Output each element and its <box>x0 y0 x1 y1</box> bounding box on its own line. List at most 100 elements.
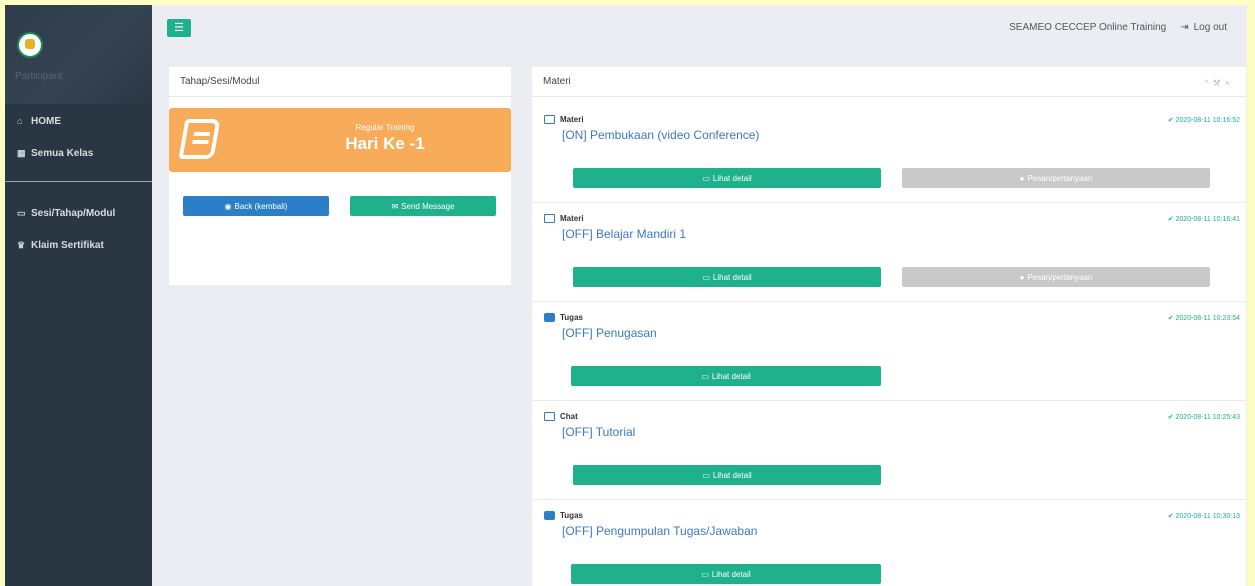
user-role: Participant <box>15 71 63 82</box>
lihat-detail-label: Lihat detail <box>711 371 751 381</box>
item-title-link[interactable]: [OFF] Belajar Mandiri 1 <box>562 227 686 241</box>
send-message-label: Send Message <box>401 201 455 211</box>
monitor-icon: ▭ <box>701 371 709 381</box>
lihat-detail-button[interactable]: ▭ Lihat detail <box>571 366 881 386</box>
edit-icon <box>544 511 555 520</box>
module-panel: Tahap/Sesi/Modul Regular Training Hari K… <box>169 67 511 285</box>
item-type-label: Materi <box>560 115 584 124</box>
sidebar-divider <box>5 181 152 182</box>
org-name: SEAMEO CECCEP Online Training <box>1009 22 1167 33</box>
lihat-detail-label: Lihat detail <box>712 173 752 183</box>
sidebar-item-semua-kelas[interactable]: ▦ Semua Kelas <box>5 137 152 169</box>
item-type-label: Chat <box>560 412 578 421</box>
item-timestamp: ✔ 2020-08-11 10:16:41 <box>1167 216 1240 223</box>
monitor-icon: ▭ <box>702 470 710 480</box>
item-title-link[interactable]: [OFF] Penugasan <box>562 326 657 340</box>
materi-panel-title: Materi <box>532 67 1246 97</box>
module-panel-title: Tahap/Sesi/Modul <box>169 67 511 97</box>
pesan-pertanyaan-button[interactable]: ● Pesan/pertanyaan <box>902 267 1210 287</box>
sidebar-brand: Participant <box>5 5 152 104</box>
hamburger-icon: ☰ <box>174 22 184 34</box>
comment-icon: ● <box>1019 272 1025 282</box>
item-timestamp: ✔ 2020-08-11 10:23:54 <box>1167 315 1240 322</box>
list-item: Materi [ON] Pembukaan (video Conference)… <box>532 104 1246 203</box>
hero-subtitle: Regular Training <box>355 123 415 132</box>
sidebar-item-sesi[interactable]: ▭ Sesi/Tahap/Modul <box>5 197 152 229</box>
calendar-icon: ▦ <box>17 147 26 158</box>
module-actions: ◉ Back (kembali) ✉ Send Message <box>183 196 497 216</box>
item-title-link[interactable]: [OFF] Pengumpulan Tugas/Jawaban <box>562 524 757 538</box>
wrench-icon[interactable]: ⚒ <box>1213 78 1225 88</box>
pesan-pertanyaan-button[interactable]: ● Pesan/pertanyaan <box>902 168 1210 188</box>
item-title-link[interactable]: [OFF] Tutorial <box>562 425 635 439</box>
list-item: Tugas [OFF] Pengumpulan Tugas/Jawaban ✔ … <box>532 500 1246 586</box>
sidebar-item-label: Semua Kelas <box>31 147 94 159</box>
item-type: Chat <box>544 412 578 421</box>
monitor-icon <box>544 214 555 223</box>
lihat-detail-button[interactable]: ▭ Lihat detail <box>573 168 881 188</box>
item-type: Tugas <box>544 511 583 520</box>
lihat-detail-button[interactable]: ▭ Lihat detail <box>573 267 881 287</box>
item-timestamp-value: 2020-08-11 10:25:43 <box>1175 414 1240 421</box>
sidebar-item-label: HOME <box>31 115 61 127</box>
item-timestamp-value: 2020-08-11 10:30:13 <box>1175 513 1240 520</box>
list-item: Chat [OFF] Tutorial ✔ 2020-08-11 10:25:4… <box>532 401 1246 500</box>
top-bar: ☰ SEAMEO CECCEP Online Training ⇥ Log ou… <box>152 5 1247 51</box>
logout-label: Log out <box>1193 22 1227 33</box>
send-message-button[interactable]: ✉ Send Message <box>350 196 496 216</box>
sidebar-item-label: Klaim Sertifikat <box>31 239 104 251</box>
folder-icon: ▭ <box>17 207 26 218</box>
materi-panel: Materi ^⚒× Materi [ON] Pembukaan (video … <box>532 67 1246 586</box>
item-type-label: Tugas <box>560 511 583 520</box>
collapse-icon[interactable]: ^ <box>1204 78 1212 88</box>
back-button[interactable]: ◉ Back (kembali) <box>183 196 329 216</box>
item-type: Materi <box>544 214 584 223</box>
sidebar-item-home[interactable]: ⌂ HOME <box>5 105 152 137</box>
item-timestamp: ✔ 2020-08-11 10:25:43 <box>1167 414 1240 421</box>
back-circle-icon: ◉ <box>224 201 232 211</box>
logout-link[interactable]: ⇥ Log out <box>1180 22 1227 33</box>
lihat-detail-button[interactable]: ▭ Lihat detail <box>571 564 881 584</box>
envelope-icon: ✉ <box>391 201 399 211</box>
sidebar: Participant ⌂ HOME ▦ Semua Kelas ▭ Sesi/… <box>5 5 152 586</box>
menu-toggle-button[interactable]: ☰ <box>167 19 191 37</box>
top-right-area: SEAMEO CECCEP Online Training ⇥ Log out <box>1009 22 1227 33</box>
item-title-link[interactable]: [ON] Pembukaan (video Conference) <box>562 128 759 142</box>
lihat-detail-label: Lihat detail <box>712 272 752 282</box>
comment-icon: ● <box>1019 173 1025 183</box>
pesan-label: Pesan/pertanyaan <box>1027 173 1093 183</box>
sidebar-item-label: Sesi/Tahap/Modul <box>31 207 116 219</box>
sidebar-nav-course: ▭ Sesi/Tahap/Modul ♛ Klaim Sertifikat <box>5 197 152 261</box>
lihat-detail-label: Lihat detail <box>712 470 752 480</box>
monitor-icon: ▭ <box>702 272 710 282</box>
home-icon: ⌂ <box>17 116 23 126</box>
item-type: Materi <box>544 115 584 124</box>
logout-icon: ⇥ <box>1180 22 1189 33</box>
item-timestamp-value: 2020-08-11 10:16:41 <box>1175 216 1240 223</box>
list-item: Materi [OFF] Belajar Mandiri 1 ✔ 2020-08… <box>532 203 1246 302</box>
item-timestamp-value: 2020-08-11 10:16:52 <box>1175 117 1240 124</box>
back-button-label: Back (kembali) <box>234 201 288 211</box>
edit-icon <box>544 313 555 322</box>
item-timestamp: ✔ 2020-08-11 10:16:52 <box>1167 117 1240 124</box>
sidebar-nav-main: ⌂ HOME ▦ Semua Kelas <box>5 105 152 169</box>
pesan-label: Pesan/pertanyaan <box>1027 272 1093 282</box>
close-icon[interactable]: × <box>1225 78 1234 88</box>
lihat-detail-button[interactable]: ▭ Lihat detail <box>573 465 881 485</box>
list-item: Tugas [OFF] Penugasan ✔ 2020-08-11 10:23… <box>532 302 1246 401</box>
hero-title: Hari Ke -1 <box>345 134 425 153</box>
day-hero-card: Regular Training Hari Ke -1 <box>169 108 511 172</box>
app-frame: Participant ⌂ HOME ▦ Semua Kelas ▭ Sesi/… <box>5 5 1247 586</box>
monitor-icon <box>544 115 555 124</box>
trophy-icon: ♛ <box>17 239 26 250</box>
lihat-detail-label: Lihat detail <box>711 569 751 579</box>
item-type: Tugas <box>544 313 583 322</box>
panel-tools: ^⚒× <box>1204 78 1234 89</box>
item-timestamp: ✔ 2020-08-11 10:30:13 <box>1167 513 1240 520</box>
monitor-icon <box>544 412 555 421</box>
item-type-label: Materi <box>560 214 584 223</box>
monitor-icon: ▭ <box>702 173 710 183</box>
sidebar-item-klaim-sertifikat[interactable]: ♛ Klaim Sertifikat <box>5 229 152 261</box>
item-type-label: Tugas <box>560 313 583 322</box>
item-timestamp-value: 2020-08-11 10:23:54 <box>1175 315 1240 322</box>
